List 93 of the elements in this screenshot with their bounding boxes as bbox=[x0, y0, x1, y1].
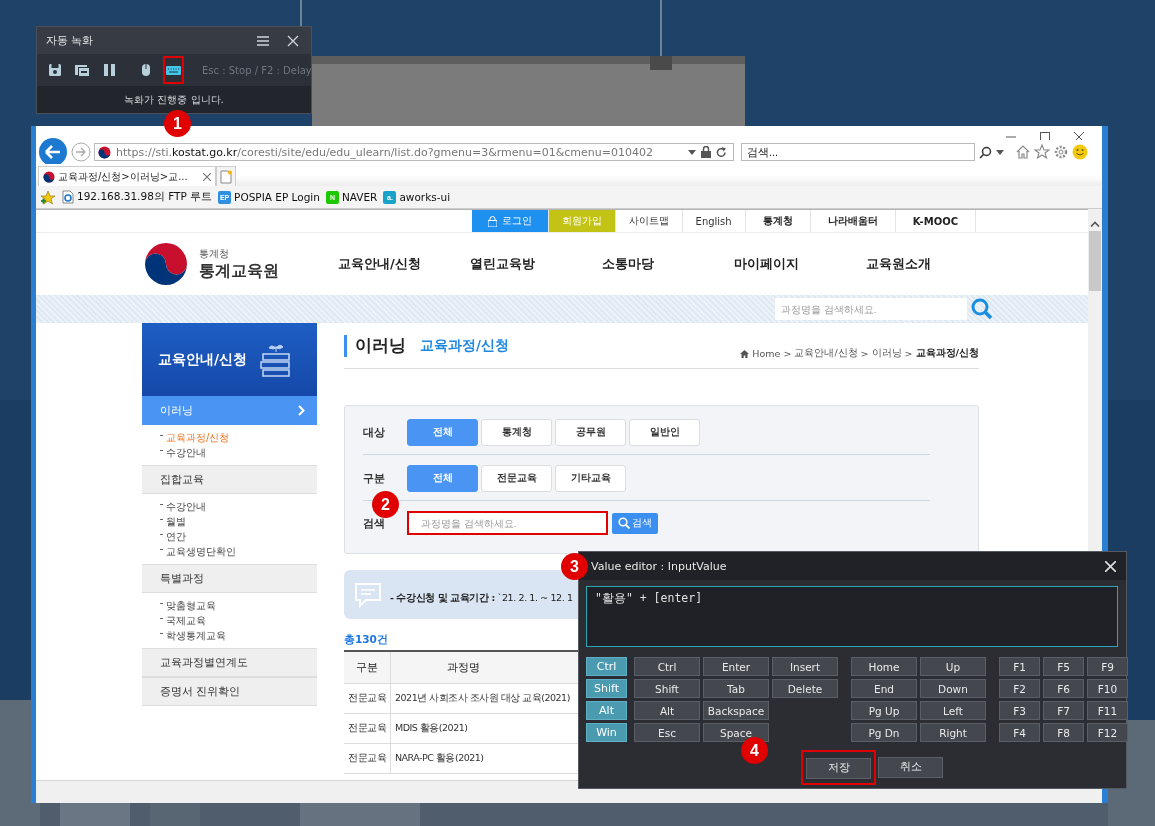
key-button[interactable]: Home bbox=[851, 657, 917, 676]
key-button[interactable]: Shift bbox=[634, 679, 700, 698]
sidebar-item[interactable]: 특별과정 bbox=[142, 564, 317, 593]
filter-option[interactable]: 전문교육 bbox=[481, 465, 552, 492]
site-name: 통계교육원 bbox=[199, 260, 279, 282]
key-button[interactable]: F6 bbox=[1043, 679, 1084, 698]
tab-title: 교육과정/신청>이러닝>교... bbox=[58, 169, 189, 184]
breadcrumb-link[interactable]: Home bbox=[752, 348, 781, 359]
cancel-button[interactable]: 취소 bbox=[878, 756, 943, 778]
key-button[interactable]: Down bbox=[920, 679, 986, 698]
breadcrumb-separator: > bbox=[860, 348, 869, 359]
filter-label: 대상 bbox=[363, 425, 386, 440]
key-button[interactable]: Space bbox=[703, 723, 769, 742]
status-text: 녹화가 진행중 입니다. bbox=[37, 86, 311, 113]
nav-link[interactable]: 교육안내/신청 bbox=[338, 255, 470, 273]
key-button[interactable]: F8 bbox=[1043, 723, 1084, 742]
top-link[interactable]: English bbox=[682, 210, 746, 232]
sidebar-subitem[interactable]: 국제교육 bbox=[166, 613, 206, 628]
hint-text: Esc : Stop / F2 : Delay bbox=[202, 64, 312, 76]
sidebar-item[interactable]: 교육과정별연계도 bbox=[142, 648, 317, 677]
notice-text: - 수강신청 및 교육기간 : `21. 2. 1. ~ 12. 1 bbox=[390, 592, 573, 605]
dialog-title: Value editor : InputValue bbox=[591, 559, 727, 573]
url-text: https://sti.kostat.go.kr/coresti/site/edu/edu_ulearn/list.do?gmenu=3&rmenu=01&cmenu=010402 bbox=[116, 145, 654, 159]
top-link[interactable]: 통계청 bbox=[745, 210, 811, 232]
key-button[interactable]: Ctrl bbox=[634, 657, 700, 676]
top-link[interactable]: 나라배움터 bbox=[810, 210, 896, 232]
key-button[interactable]: Alt bbox=[634, 701, 700, 720]
sidebar-subitem[interactable]: 학생통계교육 bbox=[166, 628, 226, 643]
filter-label: 구분 bbox=[363, 471, 386, 486]
sidebar-subitem[interactable]: 교육생명단확인 bbox=[166, 544, 236, 559]
key-button[interactable]: End bbox=[851, 679, 917, 698]
filter-option[interactable]: 공무원 bbox=[555, 419, 626, 446]
key-button[interactable]: Pg Up bbox=[851, 701, 917, 720]
column-header: 구분 bbox=[344, 651, 391, 684]
total-count: 총130건 bbox=[344, 633, 389, 647]
key-button[interactable]: F9 bbox=[1087, 657, 1128, 676]
nav-link[interactable]: 마이페이지 bbox=[734, 255, 866, 273]
value-input[interactable]: "활용" + [enter] bbox=[586, 586, 1118, 647]
sidebar-header: 교육안내/신청 bbox=[142, 323, 317, 396]
key-button[interactable]: Left bbox=[920, 701, 986, 720]
nav-link[interactable]: 소통마당 bbox=[602, 255, 734, 273]
key-button[interactable]: F7 bbox=[1043, 701, 1084, 720]
key-button[interactable]: Pg Dn bbox=[851, 723, 917, 742]
sidebar-subitem[interactable]: 수강안내 bbox=[166, 499, 206, 514]
key-button[interactable]: F11 bbox=[1087, 701, 1128, 720]
key-button[interactable]: F1 bbox=[999, 657, 1040, 676]
sidebar-subitem[interactable]: 월별 bbox=[166, 514, 186, 529]
key-button[interactable]: F2 bbox=[999, 679, 1040, 698]
key-button[interactable]: Up bbox=[920, 657, 986, 676]
breadcrumb-separator: > bbox=[904, 348, 913, 359]
key-button[interactable]: F5 bbox=[1043, 657, 1084, 676]
window-title: 자동 녹화 bbox=[46, 33, 95, 48]
table-cell: 전문교육 bbox=[344, 743, 391, 774]
breadcrumb-link[interactable]: 교육안내/신청 bbox=[794, 347, 858, 360]
nav-link[interactable]: 열린교육방 bbox=[470, 255, 602, 273]
agency-name: 통계청 bbox=[199, 246, 230, 261]
search-field[interactable]: 과정명을 검색하세요. bbox=[775, 298, 967, 320]
table-cell: 전문교육 bbox=[344, 713, 391, 744]
key-button[interactable]: Insert bbox=[772, 657, 838, 676]
key-button[interactable]: Backspace bbox=[703, 701, 769, 720]
key-button[interactable]: Esc bbox=[634, 723, 700, 742]
key-button[interactable]: F12 bbox=[1087, 723, 1128, 742]
filter-option[interactable]: 통계청 bbox=[481, 419, 552, 446]
favorite-link[interactable]: 192.168.31.98의 FTP 루트 bbox=[62, 190, 213, 204]
breadcrumb-separator: > bbox=[783, 348, 792, 359]
sidebar-subitem[interactable]: 연간 bbox=[166, 529, 186, 544]
address-bar[interactable]: https://sti.kostat.go.kr/coresti/site/edu/edu_ulearn/list.do?gmenu=3&rmenu=01&cmenu=010402 bbox=[94, 143, 734, 161]
sidebar-item[interactable]: 집합교육 bbox=[142, 465, 317, 494]
key-button[interactable]: Right bbox=[920, 723, 986, 742]
sidebar-subitem[interactable]: 맞춤형교육 bbox=[166, 598, 216, 613]
top-link[interactable]: K-MOOC bbox=[895, 210, 976, 232]
save-button[interactable]: 저장 bbox=[806, 757, 871, 779]
page-title: 이러닝 bbox=[355, 334, 406, 357]
top-link[interactable]: 사이트맵 bbox=[615, 210, 683, 232]
breadcrumb-link[interactable]: 이러닝 bbox=[871, 347, 902, 360]
sidebar-item[interactable]: 증명서 진위확인 bbox=[142, 677, 317, 706]
key-button[interactable]: Tab bbox=[703, 679, 769, 698]
search-field[interactable]: 과정명을 검색하세요. bbox=[407, 511, 608, 535]
filter-label: 검색 bbox=[363, 515, 386, 531]
key-button[interactable]: Delete bbox=[772, 679, 838, 698]
search-field[interactable]: 검색... bbox=[741, 143, 975, 161]
key-button[interactable]: F4 bbox=[999, 723, 1040, 742]
sidebar-subitem[interactable]: 수강안내 bbox=[166, 445, 206, 460]
nav-link[interactable]: 교육원소개 bbox=[866, 255, 998, 273]
table-cell: 전문교육 bbox=[344, 683, 391, 714]
filter-option[interactable]: 기타교육 bbox=[555, 465, 626, 492]
browser-tab[interactable]: 교육과정/신청>이러닝>교... bbox=[38, 166, 216, 186]
key-button[interactable]: Enter bbox=[703, 657, 769, 676]
key-button[interactable]: F10 bbox=[1087, 679, 1128, 698]
filter-option[interactable]: 일반인 bbox=[629, 419, 700, 446]
key-button[interactable]: F3 bbox=[999, 701, 1040, 720]
page-subtitle: 교육과정/신청 bbox=[420, 336, 509, 355]
breadcrumb-link[interactable]: 교육과정/신청 bbox=[915, 347, 979, 360]
